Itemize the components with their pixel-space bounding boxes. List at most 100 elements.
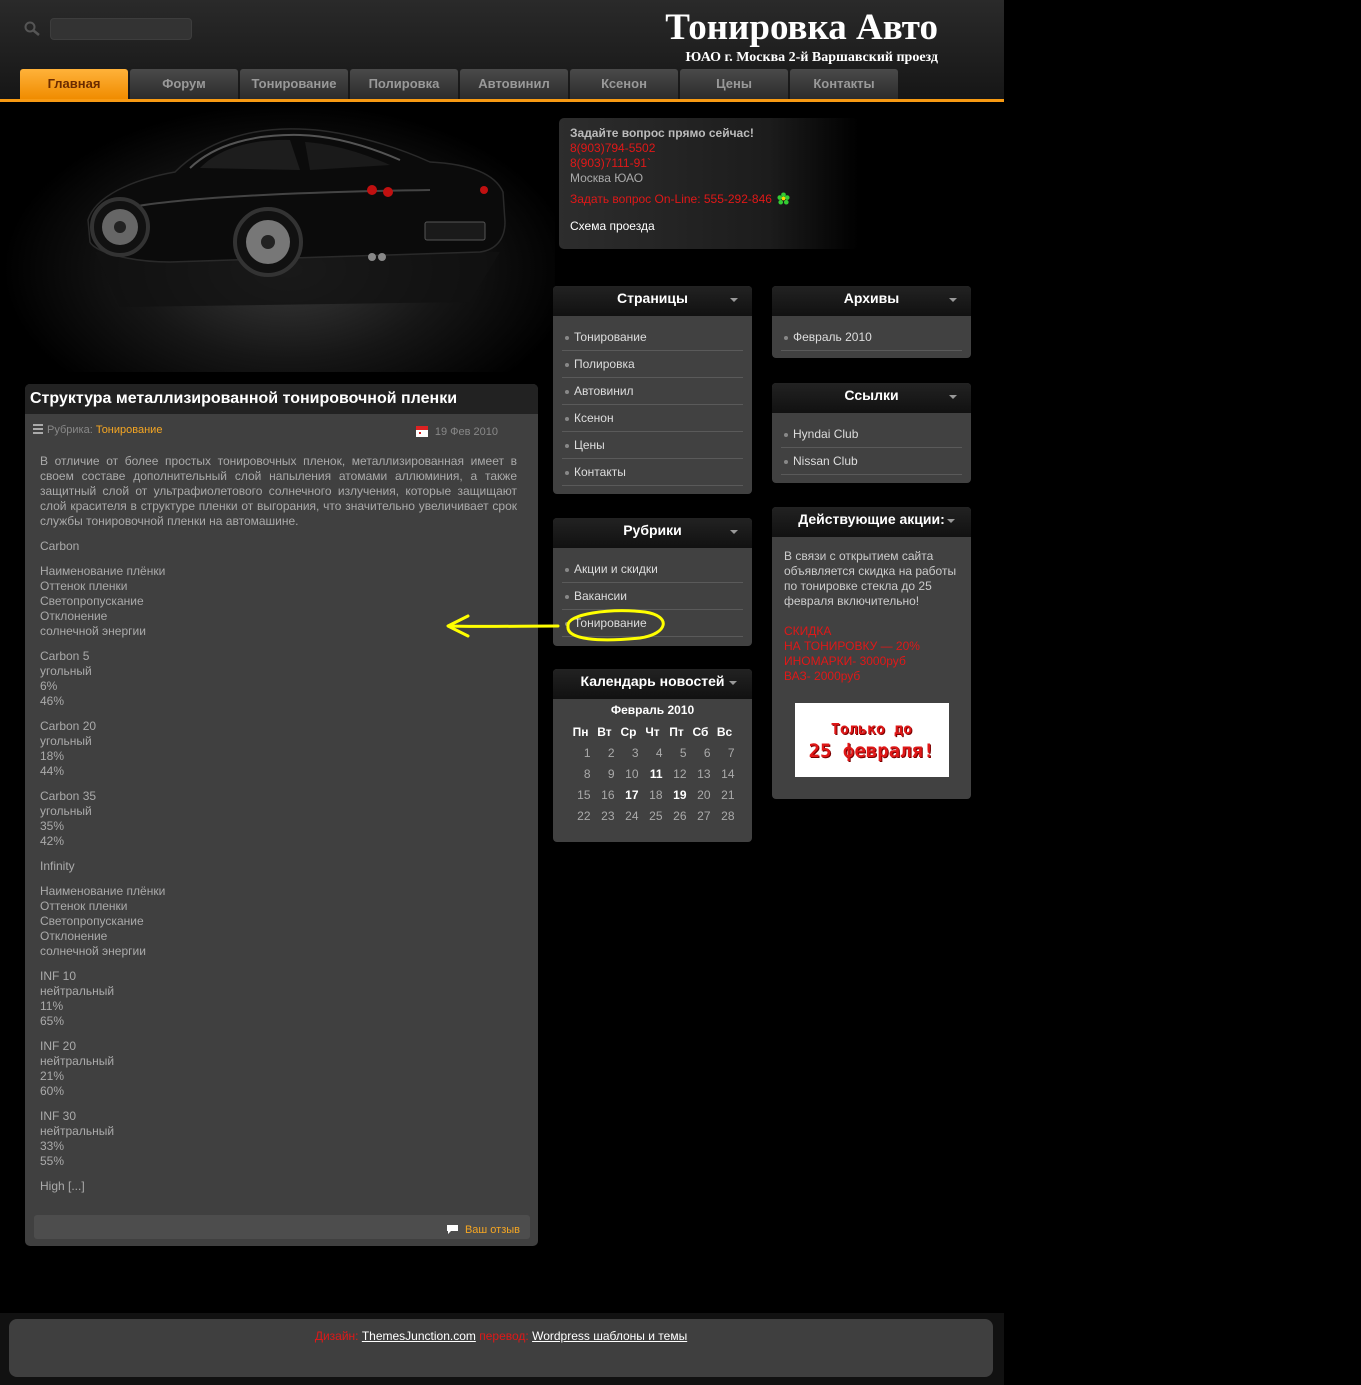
online-question-link[interactable]: Задать вопрос On-Line: 555-292-846 — [570, 192, 772, 206]
footer-design-link[interactable]: ThemesJunction.com — [362, 1329, 476, 1343]
calendar-widget: Календарь новостей Февраль 2010 Пн Вт Ср Чт… — [553, 669, 752, 842]
tab-tinting[interactable]: Тонирование — [240, 69, 348, 99]
comment-link[interactable]: Ваш отзыв — [446, 1224, 520, 1236]
pages-widget-header[interactable]: Страницы — [553, 286, 752, 316]
link-item-nissan[interactable]: Nissan Club — [781, 448, 962, 475]
calendar-day-with-posts[interactable]: 19 — [665, 784, 689, 805]
tab-polishing[interactable]: Полировка — [350, 69, 458, 99]
calendar-week: 15 16 17 18 19 20 21 — [569, 784, 737, 805]
post-paragraph: Carbon — [40, 539, 517, 554]
post-line: 6% — [40, 679, 58, 693]
post-line: нейтральный — [40, 1124, 115, 1138]
promo-discount-line: НА ТОНИРОВКУ — 20% — [784, 639, 920, 653]
post-line: угольный — [40, 734, 92, 748]
calendar-weekday: Вт — [597, 724, 612, 739]
post-line: 33% — [40, 1139, 65, 1153]
contact-question: Задайте вопрос прямо сейчас! — [570, 126, 754, 140]
pages-item-prices[interactable]: Цены — [562, 432, 743, 459]
chevron-down-icon[interactable] — [730, 530, 738, 534]
link-item-hyundai[interactable]: Hyndai Club — [781, 421, 962, 448]
calendar-week: 22 23 24 25 26 27 28 — [569, 805, 737, 826]
chevron-down-icon[interactable] — [730, 298, 738, 302]
pages-item-autovinyl[interactable]: Автовинил — [562, 378, 743, 405]
promo-widget-header[interactable]: Действующие акции: — [772, 507, 971, 537]
calendar-day-with-posts[interactable]: 17 — [617, 784, 641, 805]
archives-widget-header[interactable]: Архивы — [772, 286, 971, 316]
tab-contacts[interactable]: Контакты — [790, 69, 898, 99]
category-item-promotions[interactable]: Акции и скидки — [562, 556, 743, 583]
post-line: Carbon 20 — [40, 719, 97, 733]
post-title[interactable]: Структура металлизированной тонировочной… — [25, 384, 538, 414]
promo-text: В связи с открытием сайта объявляется ск… — [784, 549, 957, 608]
tab-xenon[interactable]: Ксенон — [570, 69, 678, 99]
contact-phone-1: 8(903)794-5502 — [570, 141, 656, 155]
comment-link-text[interactable]: Ваш отзыв — [465, 1224, 520, 1236]
calendar-day: 24 — [625, 808, 639, 823]
search-input[interactable] — [50, 18, 192, 40]
post-paragraph: Наименование плёнки Оттенок пленки Светопр… — [40, 884, 517, 959]
calendar-day: 4 — [655, 745, 663, 760]
archives-widget-title: Архивы — [843, 290, 900, 306]
site-title[interactable]: Тонировка Авто — [665, 6, 938, 49]
calendar-day: 28 — [721, 808, 735, 823]
site-subtitle: ЮАО г. Москва 2-й Варшавский проезд — [685, 50, 938, 65]
calendar-day: 15 — [577, 787, 591, 802]
calendar-day: 3 — [631, 745, 639, 760]
calendar-table: Февраль 2010 Пн Вт Ср Чт Пт Сб Вс 1 2 3 4 5 6 7 8 9 10 1… — [569, 703, 737, 826]
promo-discount-line: СКИДКА — [784, 624, 832, 638]
tab-autovinyl[interactable]: Автовинил — [460, 69, 568, 99]
post-paragraph: INF 30 нейтральный 33% 55% — [40, 1109, 517, 1169]
pages-item-polishing[interactable]: Полировка — [562, 351, 743, 378]
post-line: 35% — [40, 819, 65, 833]
post-line: 42% — [40, 834, 65, 848]
post-paragraph: INF 10 нейтральный 11% 65% — [40, 969, 517, 1029]
chevron-down-icon[interactable] — [949, 395, 957, 399]
chevron-down-icon[interactable] — [947, 519, 955, 523]
post-line: 46% — [40, 694, 65, 708]
calendar-weekday: Пт — [669, 724, 684, 739]
post-intro: В отличие от более простых тонировочных … — [40, 454, 517, 528]
search-icon[interactable] — [24, 21, 42, 37]
main-nav: Главная Форум Тонирование Полировка Авто… — [20, 69, 900, 100]
footer-translate-link[interactable]: Wordpress шаблоны и темы — [532, 1329, 687, 1343]
post-date-text: 19 Фев 2010 — [434, 426, 498, 438]
post-line: 55% — [40, 1154, 65, 1168]
pages-item-xenon[interactable]: Ксенон — [562, 405, 743, 432]
calendar-day: 5 — [679, 745, 687, 760]
categories-widget-header[interactable]: Рубрики — [553, 518, 752, 548]
links-widget-header[interactable]: Ссылки — [772, 383, 971, 413]
calendar-weekday: Чт — [645, 724, 660, 739]
calendar-day: 1 — [583, 745, 591, 760]
promo-body: В связи с открытием сайта объявляется ск… — [772, 537, 971, 684]
promo-banner: Только до 25 февраля! — [794, 703, 949, 777]
links-widget-title: Ссылки — [844, 387, 899, 403]
pages-item-tinting[interactable]: Тонирование — [562, 324, 743, 351]
chevron-down-icon[interactable] — [729, 681, 737, 685]
archives-widget: Архивы Февраль 2010 — [772, 286, 971, 358]
post-line: угольный — [40, 664, 92, 678]
post-line: Carbon 5 — [40, 649, 90, 663]
hero-car-image — [0, 102, 555, 372]
calendar-day: 21 — [721, 787, 735, 802]
promo-discount-line: ИНОМАРКИ- 3000руб — [784, 654, 906, 668]
tab-prices[interactable]: Цены — [680, 69, 788, 99]
chevron-down-icon[interactable] — [949, 298, 957, 302]
icq-flower-icon — [777, 192, 790, 205]
archives-list: Февраль 2010 — [772, 316, 971, 351]
calendar-day-with-posts[interactable]: 11 — [641, 763, 665, 784]
calendar-widget-header[interactable]: Календарь новостей — [553, 669, 752, 699]
category-icon — [33, 424, 43, 434]
post-date: 19 Фев 2010 — [415, 424, 498, 438]
calendar-day: 6 — [703, 745, 711, 760]
post-line: 60% — [40, 1084, 65, 1098]
tab-home[interactable]: Главная — [20, 69, 128, 99]
tab-forum[interactable]: Форум — [130, 69, 238, 99]
directions-link[interactable]: Схема проезда — [570, 219, 848, 234]
calendar-day: 16 — [601, 787, 615, 802]
archive-item[interactable]: Февраль 2010 — [781, 324, 962, 351]
calendar-day: 18 — [649, 787, 663, 802]
calendar-day: 12 — [673, 766, 687, 781]
pages-item-contacts[interactable]: Контакты — [562, 459, 743, 486]
post-category-link[interactable]: Тонирование — [96, 424, 163, 436]
post-line: угольный — [40, 804, 92, 818]
